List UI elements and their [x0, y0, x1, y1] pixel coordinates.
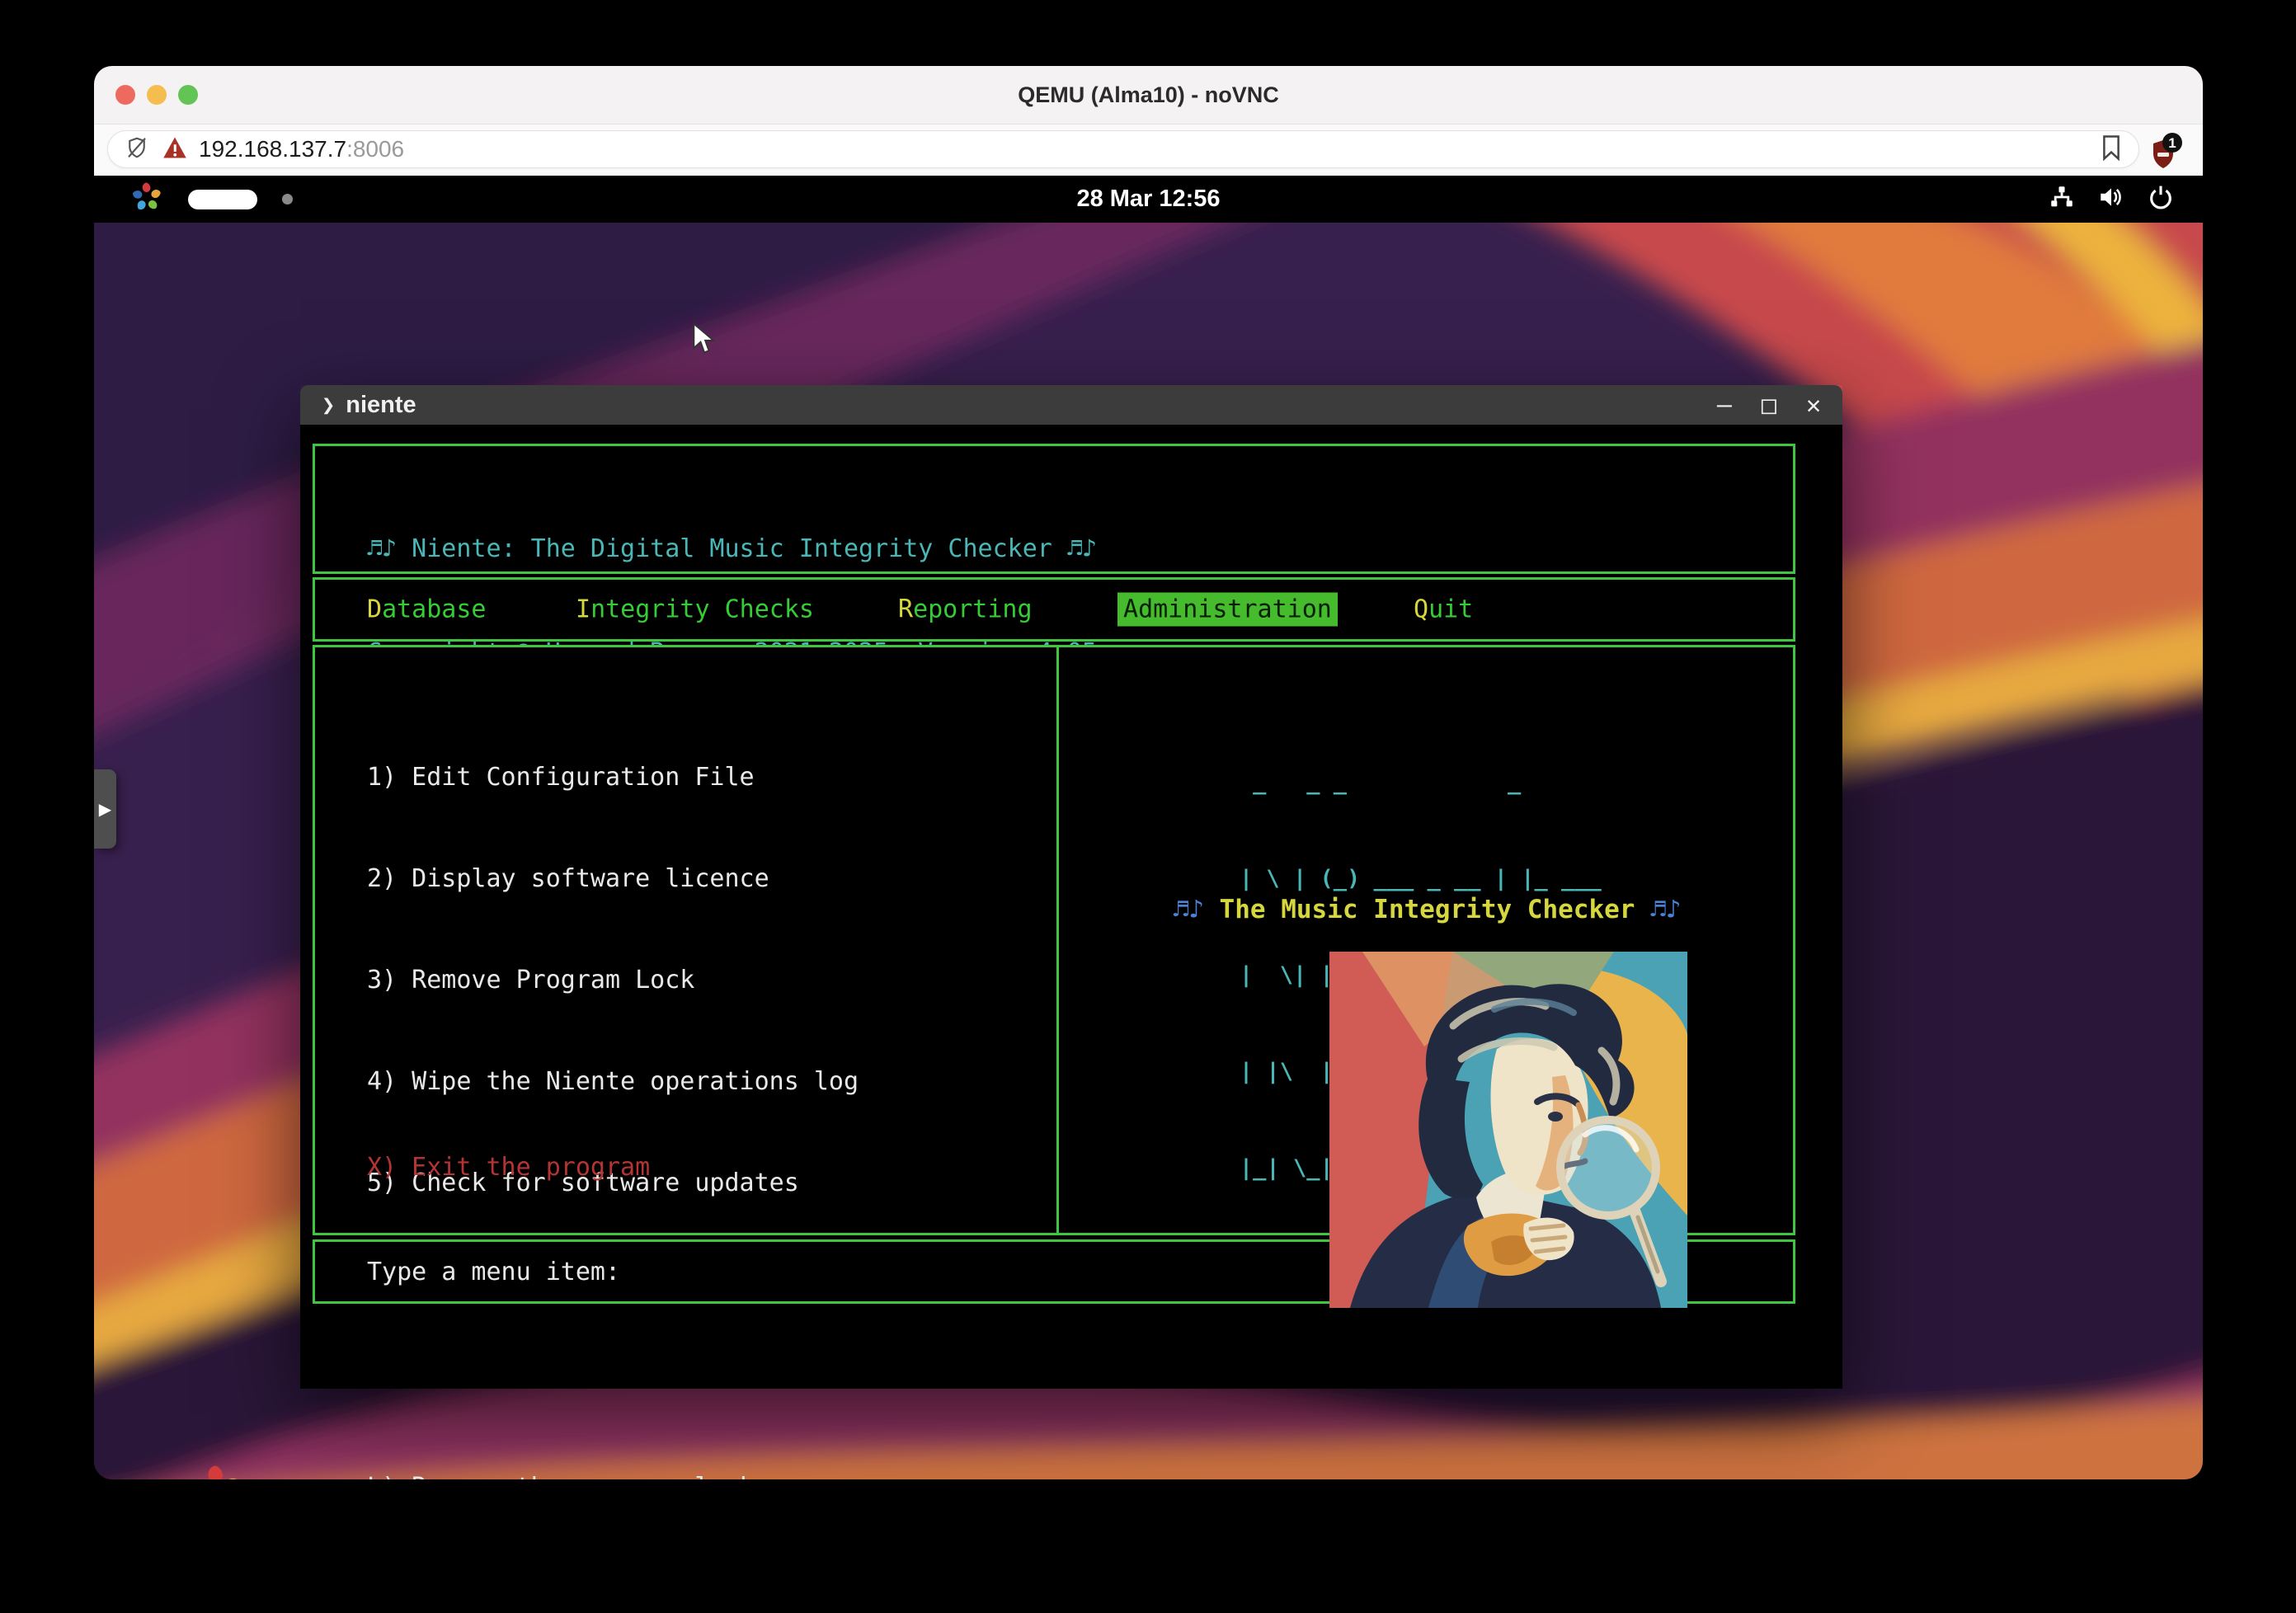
- terminal-title: niente: [346, 392, 416, 419]
- url-port: :8006: [346, 136, 404, 162]
- terminal-body[interactable]: ♬♪ Niente: The Digital Music Integrity C…: [300, 425, 1842, 1389]
- menu-item-3[interactable]: 3) Remove Program Lock: [367, 963, 888, 997]
- shield-disabled-icon[interactable]: [125, 135, 149, 164]
- menu-bar-box: Database Integrity Checks Reporting Admi…: [313, 577, 1795, 642]
- menu-administration[interactable]: Administration: [1117, 593, 1338, 627]
- url-host: 192.168.137.7: [199, 136, 346, 162]
- prompt-icon: ❯: [322, 393, 335, 418]
- terminal-maximize-button[interactable]: □: [1762, 391, 1776, 420]
- menu-item-4[interactable]: 4) Wipe the Niente operations log: [367, 1065, 888, 1098]
- system-tray[interactable]: [2048, 176, 2175, 223]
- music-notes-icon: ♬♪: [1174, 895, 1204, 924]
- tagline: ♬♪ The Music Integrity Checker ♬♪: [1059, 895, 1795, 924]
- security-warning-icon[interactable]: [162, 136, 187, 163]
- svg-text:1: 1: [2168, 135, 2176, 151]
- almalinux-logo-icon: [186, 1462, 246, 1479]
- terminal-window[interactable]: ❯ niente – □ ✕ ♬♪ Niente: The Digital Mu…: [300, 385, 1842, 1389]
- browser-titlebar: QEMU (Alma10) - noVNC: [94, 66, 2203, 124]
- menu-reporting[interactable]: Reporting: [898, 595, 1033, 624]
- clock[interactable]: 28 Mar 12:56: [94, 176, 2203, 223]
- ascii-line: _ _ _ _: [1240, 766, 1615, 798]
- adblock-shield-icon[interactable]: 1: [2138, 132, 2181, 172]
- music-notes-icon: ♬♪: [1650, 895, 1681, 924]
- menu-quit[interactable]: Quit: [1414, 595, 1473, 624]
- novnc-control-handle[interactable]: ▶: [94, 769, 116, 849]
- url-field[interactable]: 192.168.137.7:8006: [107, 130, 2139, 168]
- tagline-text: The Music Integrity Checker: [1204, 895, 1650, 924]
- power-icon: [2147, 183, 2175, 215]
- window-title: QEMU (Alma10) - noVNC: [94, 66, 2203, 124]
- menu-database[interactable]: Database: [367, 595, 487, 624]
- menu-gap: [367, 1369, 888, 1403]
- bookmark-icon[interactable]: [2101, 134, 2122, 165]
- expand-arrow-icon: ▶: [99, 799, 111, 820]
- menu-item-L[interactable]: L) Remove the program lock: [367, 1470, 888, 1479]
- terminal-titlebar[interactable]: ❯ niente – □ ✕: [300, 385, 1842, 425]
- input-prompt-label: Type a menu item:: [367, 1258, 620, 1286]
- mouse-cursor: [691, 322, 719, 360]
- admin-menu-list: 1) Edit Configuration File 2) Display so…: [367, 693, 888, 1479]
- network-icon: [2048, 183, 2076, 215]
- beethoven-artwork: [1329, 952, 1687, 1308]
- menu-item-1[interactable]: 1) Edit Configuration File: [367, 760, 888, 794]
- browser-window: QEMU (Alma10) - noVNC 19: [94, 66, 2203, 1479]
- gnome-top-bar: 28 Mar 12:56: [94, 176, 2203, 223]
- ascii-line: | \ | (_) ___ _ __ | |_ ___: [1240, 863, 1615, 895]
- terminal-window-controls: – □ ✕: [1717, 391, 1821, 420]
- browser-urlbar-row: 192.168.137.7:8006 1: [94, 124, 2203, 176]
- screen: QEMU (Alma10) - noVNC 19: [0, 0, 2296, 1613]
- app-header-box: ♬♪ Niente: The Digital Music Integrity C…: [313, 444, 1795, 574]
- menu-integrity-checks[interactable]: Integrity Checks: [576, 595, 814, 624]
- menu-item-2[interactable]: 2) Display software licence: [367, 862, 888, 896]
- terminal-close-button[interactable]: ✕: [1806, 391, 1821, 420]
- terminal-minimize-button[interactable]: –: [1717, 391, 1732, 420]
- vnc-viewport[interactable]: 28 Mar 12:56: [94, 176, 2203, 1479]
- menu-item-exit[interactable]: X) Exit the program: [367, 1153, 650, 1182]
- url-text[interactable]: 192.168.137.7:8006: [199, 136, 404, 162]
- app-title-line: ♬♪ Niente: The Digital Music Integrity C…: [367, 532, 1793, 567]
- volume-icon: [2097, 183, 2125, 215]
